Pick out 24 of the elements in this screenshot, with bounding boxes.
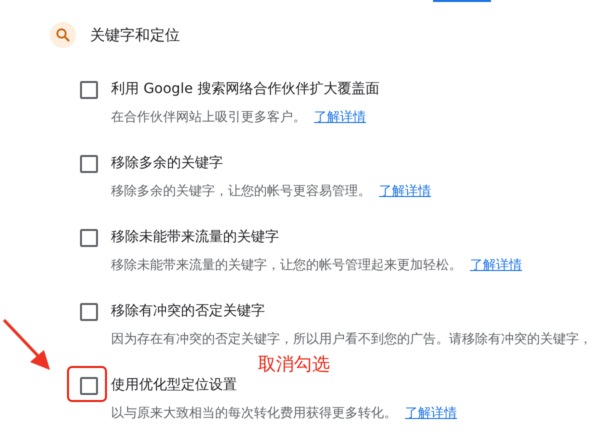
search-icon <box>50 22 76 48</box>
option-title: 移除未能带来流量的关键字 <box>111 228 280 246</box>
learn-more-link[interactable]: 了解详情 <box>405 404 457 422</box>
option-title: 使用优化型定位设置 <box>111 376 238 394</box>
checkbox[interactable] <box>80 81 98 99</box>
option-description: 以与原来大致相当的每次转化费用获得更多转化。 <box>111 405 397 422</box>
learn-more-link[interactable]: 了解详情 <box>470 256 522 274</box>
arrow-annotation <box>2 318 52 370</box>
link-underline <box>433 0 491 2</box>
option-description: 移除未能带来流量的关键字，让您的帐号管理起来更加轻松。 <box>111 257 462 274</box>
checkbox[interactable] <box>80 155 98 173</box>
learn-more-link[interactable]: 了解详情 <box>379 182 431 200</box>
option-title: 利用 Google 搜索网络合作伙伴扩大覆盖面 <box>111 80 380 98</box>
option-title: 移除有冲突的否定关键字 <box>111 302 266 320</box>
annotation-text: 取消勾选 <box>258 355 330 375</box>
option-title: 移除多余的关键字 <box>111 154 224 172</box>
option-description: 在合作伙伴网站上吸引更多客户。 <box>111 109 306 126</box>
option-description: 移除多余的关键字，让您的帐号更容易管理。 <box>111 183 371 200</box>
checkbox[interactable] <box>80 303 98 321</box>
section-title: 关键字和定位 <box>90 26 180 44</box>
checkbox[interactable] <box>80 377 98 395</box>
learn-more-link[interactable]: 了解详情 <box>314 108 366 126</box>
option-description: 因为存在有冲突的否定关键字，所以用户看不到您的广告。请移除有冲突的关键字， <box>111 331 592 348</box>
checkbox[interactable] <box>80 229 98 247</box>
